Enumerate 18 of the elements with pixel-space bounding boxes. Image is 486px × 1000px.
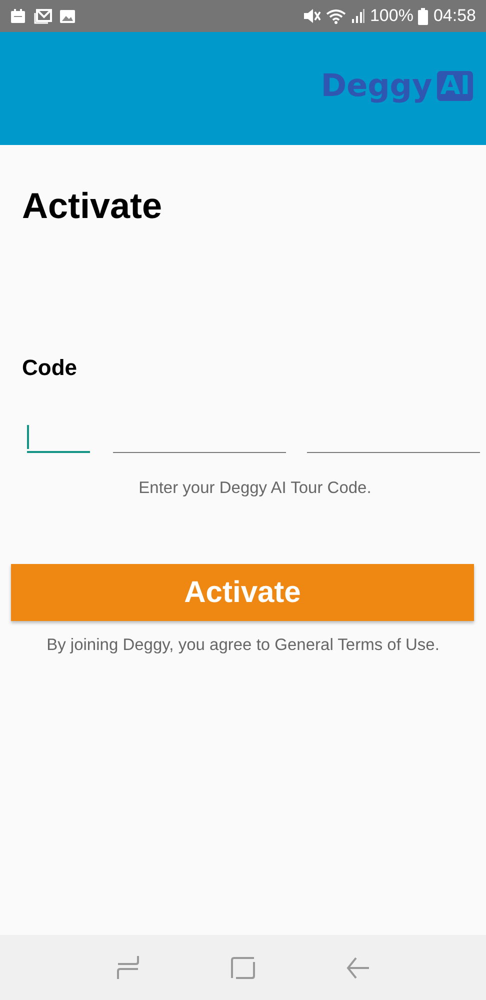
terms-text: By joining Deggy, you agree to General Terms of Use.: [46, 636, 440, 655]
calendar-icon: [10, 9, 26, 23]
wifi-icon: [326, 8, 346, 24]
battery-percent: 100%: [370, 6, 414, 26]
home-icon[interactable]: [230, 956, 255, 980]
mute-icon: [302, 9, 321, 23]
code-label: Code: [22, 355, 78, 381]
page-title: Activate: [22, 185, 164, 227]
back-icon[interactable]: [346, 956, 370, 978]
mail-icon: [34, 8, 52, 24]
field-hint: Enter your Deggy AI Tour Code.: [138, 479, 372, 498]
image-icon: [60, 10, 75, 22]
battery-icon: [418, 8, 428, 24]
signal-icon: [350, 9, 365, 23]
recent-apps-icon[interactable]: [116, 954, 140, 980]
logo: Deggy AI: [320, 68, 473, 104]
activate-button[interactable]: Activate: [11, 564, 474, 621]
clock: 04:58: [433, 6, 476, 26]
